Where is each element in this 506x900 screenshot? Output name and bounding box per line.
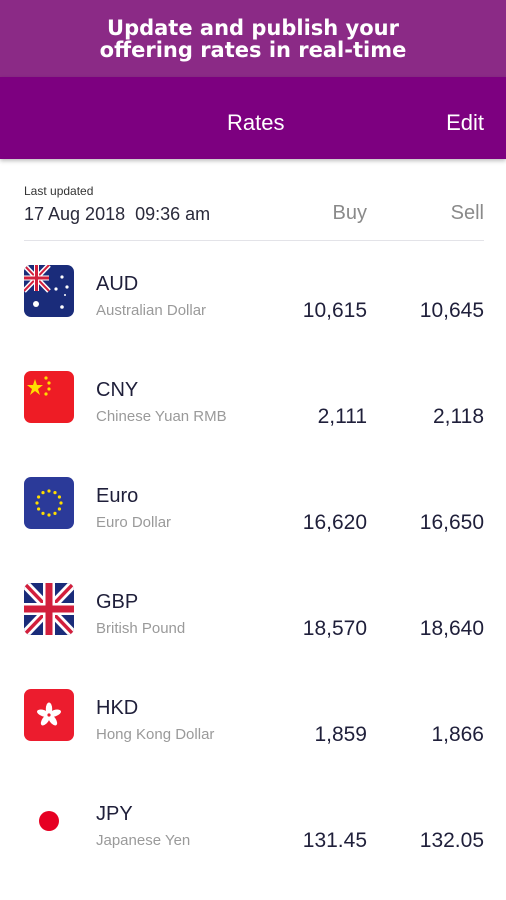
sell-rate: 18,640 — [419, 617, 484, 640]
hong-kong-flag-icon — [24, 689, 74, 741]
rate-row-aud[interactable]: AUD Australian Dollar 10,615 10,645 — [0, 240, 506, 346]
tab-rates[interactable]: Rates — [227, 110, 284, 136]
currency-code: GBP — [96, 591, 139, 613]
buy-rate: 1,859 — [314, 723, 367, 746]
buy-rate: 131.45 — [302, 829, 367, 852]
buy-rate: 16,620 — [302, 511, 367, 534]
currency-name: Hong Kong Dollar — [96, 726, 215, 743]
sell-rate: 2,118 — [433, 405, 484, 428]
sell-rate: 1,866 — [431, 723, 484, 746]
rate-row-hkd[interactable]: HKD Hong Kong Dollar 1,859 1,866 — [0, 664, 506, 770]
buy-rate: 18,570 — [302, 617, 367, 640]
promo-banner: Update and publish your offering rates i… — [0, 0, 506, 77]
currency-name: Australian Dollar — [96, 302, 207, 319]
sell-rate: 10,645 — [419, 299, 484, 322]
promo-line-2: offering rates in real-time — [99, 37, 407, 62]
last-updated-value: 17 Aug 2018 09:36 am — [24, 204, 211, 224]
currency-code: HKD — [96, 697, 139, 719]
currency-name: Chinese Yuan RMB — [96, 408, 227, 425]
rates-list: AUD Australian Dollar 10,615 10,645 CNY … — [0, 240, 506, 876]
currency-code: AUD — [96, 273, 139, 295]
rates-header: Last updated 17 Aug 2018 09:36 am Buy Se… — [24, 184, 484, 241]
sell-rate: 132.05 — [419, 829, 484, 852]
buy-rate: 2,111 — [317, 405, 367, 428]
currency-name: British Pound — [96, 620, 186, 637]
currency-name: Japanese Yen — [96, 832, 191, 849]
eu-flag-icon — [24, 477, 74, 529]
edit-button[interactable]: Edit — [446, 110, 484, 136]
buy-column-header: Buy — [332, 202, 367, 224]
currency-code: Euro — [96, 485, 139, 507]
last-updated-label: Last updated — [24, 184, 94, 198]
japan-flag-icon — [24, 795, 74, 847]
buy-rate: 10,615 — [302, 299, 367, 322]
app-bar: Rates Edit — [0, 77, 506, 159]
rate-row-cny[interactable]: CNY Chinese Yuan RMB 2,111 2,118 — [0, 346, 506, 452]
rate-row-jpy[interactable]: JPY Japanese Yen 131.45 132.05 — [0, 770, 506, 876]
currency-code: JPY — [96, 803, 133, 825]
china-flag-icon — [24, 371, 74, 423]
currency-code: CNY — [96, 379, 139, 401]
uk-flag-icon — [24, 583, 74, 635]
sell-column-header: Sell — [450, 202, 484, 224]
australia-flag-icon — [24, 265, 74, 317]
currency-name: Euro Dollar — [96, 514, 172, 531]
rate-row-gbp[interactable]: GBP British Pound 18,570 18,640 — [0, 558, 506, 664]
promo-line-1: Update and publish your — [107, 15, 399, 40]
rate-row-euro[interactable]: Euro Euro Dollar 16,620 16,650 — [0, 452, 506, 558]
sell-rate: 16,650 — [419, 511, 484, 534]
